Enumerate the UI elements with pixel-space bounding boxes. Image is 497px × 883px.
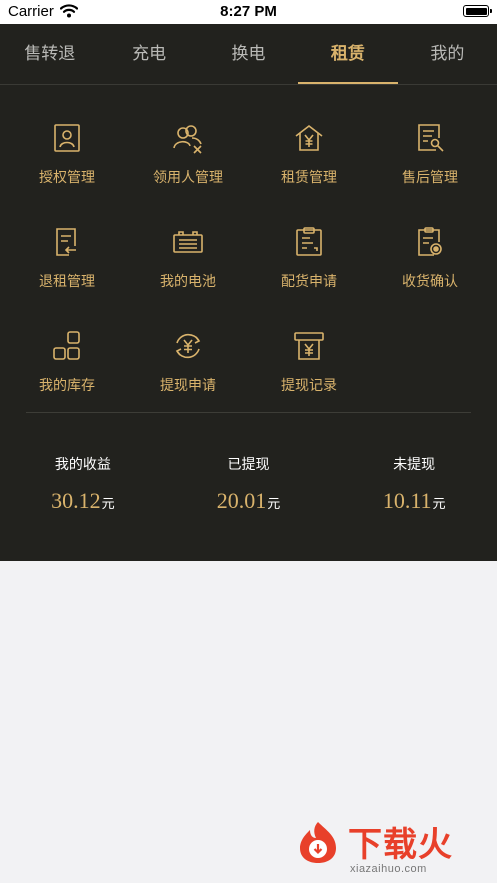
grid-item-rental-manage[interactable]: 租赁管理 [249, 122, 369, 187]
stat-value: 10.11元 [331, 488, 497, 514]
stat-value: 30.12元 [0, 488, 166, 514]
grid-item-label: 租赁管理 [281, 170, 337, 186]
watermark: 下载火 xiazaihuo.com [290, 815, 495, 881]
tab-sale-return[interactable]: 售转退 [0, 24, 99, 84]
grid-item-return-rent[interactable]: 退租管理 [7, 226, 127, 291]
after-sales-doc-icon [418, 124, 444, 152]
users-manage-icon [173, 125, 202, 154]
grid-item-users-manage[interactable]: 领用人管理 [128, 122, 248, 187]
return-rent-doc-icon [56, 228, 76, 256]
grid-item-distribution-apply[interactable]: 配货申请 [249, 226, 369, 291]
grid-item-label: 领用人管理 [153, 170, 223, 186]
inventory-blocks-icon [53, 331, 80, 360]
currency-unit: 元 [267, 497, 281, 512]
receipt-confirm-icon [418, 227, 442, 256]
tab-divider [0, 84, 497, 85]
tab-rental[interactable]: 租赁 [298, 24, 399, 84]
stat-not-withdrawn[interactable]: 未提现 10.11元 [331, 454, 497, 514]
watermark-brand: 下载火 [348, 825, 453, 865]
grid-item-label: 我的电池 [160, 274, 216, 290]
grid-item-after-sales[interactable]: 售后管理 [370, 122, 490, 187]
stat-title: 已提现 [227, 457, 270, 473]
status-time: 8:27 PM [220, 3, 277, 20]
earnings-amount: 30.12 [51, 488, 101, 513]
section-divider [26, 412, 471, 413]
currency-unit: 元 [101, 497, 115, 512]
battery-icon [173, 231, 203, 253]
withdraw-record-icon [294, 332, 324, 360]
earnings-summary: 我的收益 30.12元 已提现 20.01元 未提现 10.11元 [0, 454, 497, 514]
tab-charging[interactable]: 充电 [99, 24, 198, 84]
grid-item-receipt-confirm[interactable]: 收货确认 [370, 226, 490, 291]
grid-item-label: 收货确认 [402, 274, 458, 290]
grid-item-withdraw-apply[interactable]: 提现申请 [128, 330, 248, 395]
flame-logo-icon [300, 822, 336, 863]
grid-item-authorization[interactable]: 授权管理 [7, 122, 127, 187]
currency-unit: 元 [432, 497, 446, 512]
rental-panel: 售转退 充电 换电 租赁 我的 授权管理 领用人管理 租赁管理 售后管理 退租管… [0, 24, 497, 561]
tab-battery-swap[interactable]: 换电 [199, 24, 298, 84]
grid-item-label: 退租管理 [39, 274, 95, 290]
top-tab-bar: 售转退 充电 换电 租赁 我的 [0, 24, 497, 84]
grid-item-label: 提现记录 [281, 378, 337, 394]
grid-item-label: 授权管理 [39, 170, 95, 186]
grid-item-withdraw-record[interactable]: 提现记录 [249, 330, 369, 395]
stat-value: 20.01元 [166, 488, 332, 514]
watermark-url: xiazaihuo.com [350, 863, 427, 875]
withdraw-yen-cycle-icon [175, 333, 201, 359]
tab-mine[interactable]: 我的 [398, 24, 497, 84]
status-bar: Carrier 8:27 PM [0, 0, 497, 24]
not-withdrawn-amount: 10.11 [382, 488, 432, 513]
grid-item-label: 售后管理 [402, 170, 458, 186]
distribution-clipboard-icon [296, 227, 322, 256]
authorization-icon [54, 124, 80, 152]
stat-my-earnings[interactable]: 我的收益 30.12元 [0, 454, 166, 514]
grid-item-label: 配货申请 [281, 274, 337, 290]
stat-withdrawn[interactable]: 已提现 20.01元 [166, 454, 332, 514]
grid-item-label: 提现申请 [160, 378, 216, 394]
grid-item-inventory[interactable]: 我的库存 [7, 330, 127, 395]
grid-item-my-battery[interactable]: 我的电池 [128, 226, 248, 291]
battery-status-icon [463, 5, 492, 17]
rental-house-yen-icon [295, 124, 323, 151]
grid-item-label: 我的库存 [39, 378, 95, 394]
stat-title: 我的收益 [54, 457, 111, 473]
withdrawn-amount: 20.01 [216, 488, 267, 513]
stat-title: 未提现 [393, 457, 436, 473]
